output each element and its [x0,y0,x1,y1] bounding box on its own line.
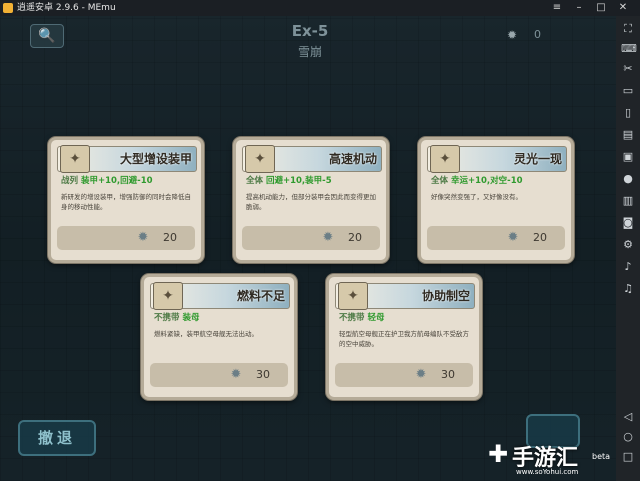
card-title: 高速机动 [328,152,377,166]
card-banner: ✦ 协助制空 [335,282,475,310]
card-banner: ✦ 高速机动 [242,145,382,173]
buff-card-air-support[interactable]: ✦ 协助制空 不携带 轻母 轻型航空母舰正在护卫我方航母编队不受敌方的空中威胁。… [326,274,482,400]
effect-value: 装母 [182,313,200,323]
card-effect: 全体 幸运+10,对空-10 [431,174,523,186]
search-button[interactable]: 🔍 [30,24,64,48]
emulator-toolbar: ⛶ ⌨ ✂ ▭ ▯ ▤ ▣ ● ▥ ◙ ⚙ ♪ ♫ ◁ ○ □ [616,16,640,481]
card-title: 燃料不足 [236,289,285,303]
maximize-button[interactable]: □ [592,0,610,16]
medal-icon: ✹ [415,367,427,382]
cost-value: 30 [441,368,455,381]
effect-target: 战列 [61,176,79,186]
cost-value: 20 [348,231,362,244]
scissors-icon[interactable]: ✂ [621,62,635,76]
settings-icon[interactable]: ⚙ [621,238,635,252]
phone-icon[interactable]: ▯ [621,106,635,120]
medal-icon: ✹ [137,230,149,245]
medal-icon: ✹ [507,230,519,245]
watermark-url: www.soYohui.com [516,468,579,476]
volume-up-icon[interactable]: ♪ [621,260,635,274]
app-logo-icon [3,3,13,13]
volume-down-icon[interactable]: ♫ [621,282,635,296]
home-icon[interactable]: ○ [621,430,635,444]
medal-icon: ✹ [322,230,334,245]
card-effect: 全体 回避+10,装甲-5 [246,174,332,186]
effect-value: 幸运+10,对空-10 [450,176,523,186]
folder-icon[interactable]: ▣ [621,150,635,164]
card-effect: 不携带 装母 [154,311,200,323]
effect-target: 不携带 [339,313,365,323]
cost-bar: ✹ 20 [242,226,380,250]
record-icon[interactable]: ● [621,172,635,186]
stage-code: Ex-5 [291,22,329,40]
medal-icon: ✹ [506,28,518,42]
cost-value: 30 [256,368,270,381]
cost-bar: ✹ 30 [150,363,288,387]
fullscreen-icon[interactable]: ⛶ [621,22,635,36]
card-title: 灵光一现 [513,152,562,166]
card-effect: 战列 装甲+10,回避-10 [61,174,153,186]
medal-emblem-icon: ✦ [153,282,183,310]
effect-value: 轻母 [367,313,385,323]
effect-value: 回避+10,装甲-5 [265,176,332,186]
toolbox-icon[interactable]: ▤ [621,128,635,142]
buff-card-armor[interactable]: ✦ 大型增设装甲 战列 装甲+10,回避-10 新研发的增设装甲，增强防御的同时… [48,137,204,263]
card-effect: 不携带 轻母 [339,311,385,323]
medal-count: 0 [534,28,541,41]
watermark: ✚ 手游汇 beta www.soYohui.com [486,440,610,480]
medal-icon: ✹ [230,367,242,382]
cost-value: 20 [533,231,547,244]
card-description: 新研发的增设装甲，增强防御的同时会降低自身的移动性能。 [61,193,191,211]
cost-bar: ✹ 30 [335,363,473,387]
minimize-button[interactable]: – [570,0,588,16]
watermark-logo-icon: ✚ [487,440,509,468]
retreat-button[interactable]: 撤退 [18,420,96,456]
close-button[interactable]: ✕ [614,0,632,16]
card-banner: ✦ 灵光一现 [427,145,567,173]
buff-card-luck[interactable]: ✦ 灵光一现 全体 幸运+10,对空-10 好像突然变强了，又好像没有。 ✹ 2… [418,137,574,263]
card-description: 好像突然变强了，又好像没有。 [431,193,522,201]
card-title: 协助制空 [421,289,470,303]
menu-icon[interactable]: ≡ [548,0,566,16]
cost-bar: ✹ 20 [57,226,195,250]
effect-target: 不携带 [154,313,180,323]
camera-icon[interactable]: ◙ [621,216,635,230]
card-banner: ✦ 大型增设装甲 [57,145,197,173]
shake-icon[interactable]: ▥ [621,194,635,208]
emulator-titlebar: 逍遥安卓 2.9.6 - MEmu ≡ – □ ✕ [0,0,640,16]
game-screen: 🔍 Ex-5 雪崩 ✹ 0 撤退 ✦ 大型增设装甲 战列 装甲+10,回避-10… [0,16,616,481]
window-title: 逍遥安卓 2.9.6 - MEmu [17,3,116,13]
buff-card-speed[interactable]: ✦ 高速机动 全体 回避+10,装甲-5 提高机动能力，但部分装甲会因此而变得更… [233,137,389,263]
keyboard-icon[interactable]: ⌨ [621,42,637,56]
card-description: 轻型航空母舰正在护卫我方航母编队不受敌方的空中威胁。 [339,330,469,348]
card-description: 提高机动能力，但部分装甲会因此而变得更加脆弱。 [246,193,376,211]
recents-icon[interactable]: □ [621,450,635,464]
cost-bar: ✹ 20 [427,226,565,250]
effect-value: 装甲+10,回避-10 [80,176,153,186]
buff-card-fuel[interactable]: ✦ 燃料不足 不携带 装母 燃料紧缺，装甲航空母舰无法出动。 ✹ 30 [141,274,297,400]
card-title: 大型增设装甲 [119,152,192,166]
screen-icon[interactable]: ▭ [621,84,635,98]
watermark-beta: beta [592,452,611,461]
card-description: 燃料紧缺，装甲航空母舰无法出动。 [154,330,258,338]
back-icon[interactable]: ◁ [621,410,635,424]
medal-emblem-icon: ✦ [60,145,90,173]
effect-target: 全体 [246,176,264,186]
medal-emblem-icon: ✦ [338,282,368,310]
effect-target: 全体 [431,176,449,186]
stage-name: 雪崩 [297,45,322,59]
medal-emblem-icon: ✦ [430,145,460,173]
card-banner: ✦ 燃料不足 [150,282,290,310]
cost-value: 20 [163,231,177,244]
medal-emblem-icon: ✦ [245,145,275,173]
